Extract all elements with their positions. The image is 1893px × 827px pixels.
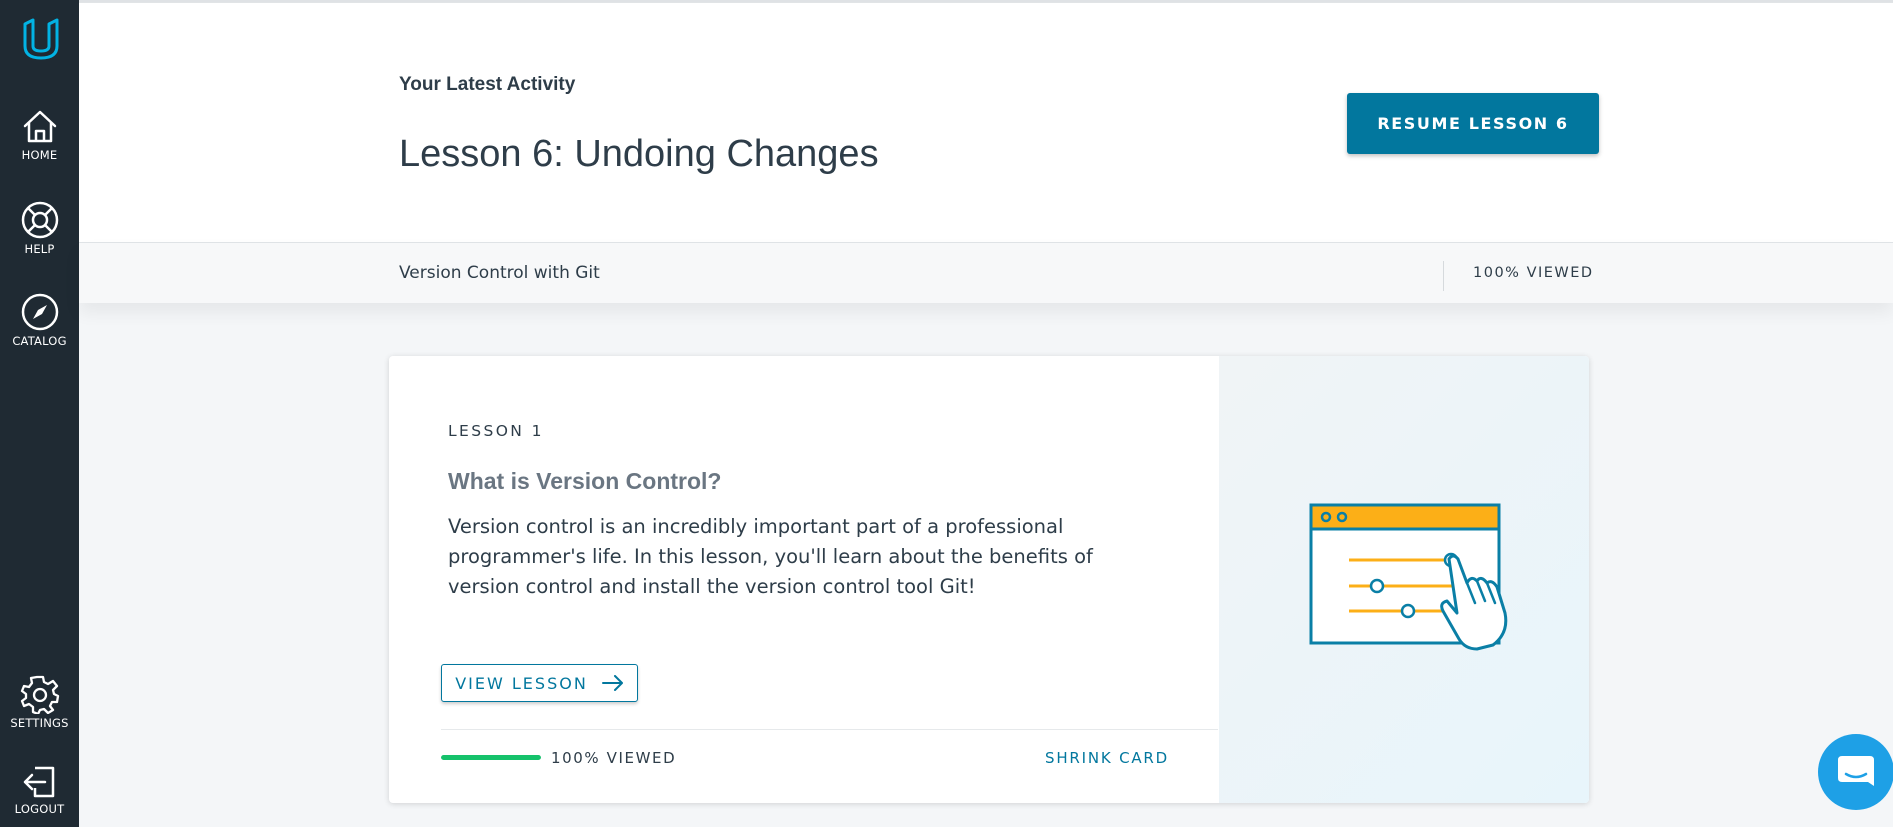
- course-viewed-status: 100% VIEWED: [1473, 265, 1594, 281]
- view-lesson-label: VIEW LESSON: [455, 673, 588, 693]
- lesson-description: Version control is an incredibly importa…: [448, 515, 1093, 598]
- chat-icon: [1838, 756, 1874, 786]
- page-title: Lesson 6: Undoing Changes: [399, 133, 879, 175]
- sidebar-item-label: CATALOG: [12, 334, 67, 348]
- sidebar-item-catalog[interactable]: CATALOG: [0, 292, 79, 348]
- latest-activity-label: Your Latest Activity: [399, 74, 576, 95]
- resume-lesson-button[interactable]: RESUME LESSON 6: [1347, 93, 1599, 154]
- lifebuoy-icon: [21, 201, 58, 239]
- lesson-number: LESSON 1: [448, 422, 544, 440]
- lesson-title: What is Version Control?: [448, 468, 722, 494]
- arrow-right-icon: [601, 675, 623, 691]
- course-name[interactable]: Version Control with Git: [399, 263, 600, 283]
- sidebar-item-home[interactable]: HOME: [0, 108, 79, 162]
- sidebar-item-label: HELP: [24, 242, 55, 256]
- sidebar: HOME HELP CATALOG SETTINGS LOGOUT: [0, 0, 79, 827]
- latest-activity-header: Your Latest Activity Lesson 6: Undoing C…: [79, 2, 1893, 242]
- divider: [1443, 261, 1444, 291]
- compass-icon: [21, 293, 58, 331]
- lesson-viewed-status: 100% VIEWED: [551, 749, 677, 767]
- home-icon: [23, 110, 56, 143]
- divider: [441, 729, 1218, 730]
- lesson-progress-fill: [441, 755, 541, 760]
- udacity-logo-icon[interactable]: [21, 18, 61, 62]
- settings-slider-illustration-icon: [1309, 503, 1508, 651]
- sidebar-item-label: HOME: [21, 148, 58, 162]
- view-lesson-button[interactable]: VIEW LESSON: [441, 664, 638, 702]
- sidebar-item-settings[interactable]: SETTINGS: [0, 674, 79, 730]
- sidebar-item-logout[interactable]: LOGOUT: [0, 764, 79, 816]
- chat-launcher-button[interactable]: [1818, 734, 1893, 810]
- gear-icon: [20, 675, 59, 714]
- sidebar-item-help[interactable]: HELP: [0, 200, 79, 256]
- course-progress-bar: Version Control with Git 100% VIEWED: [79, 242, 1893, 303]
- logout-icon: [23, 766, 54, 798]
- lesson-progress-bar: [441, 755, 541, 760]
- shrink-card-link[interactable]: SHRINK CARD: [1045, 749, 1169, 767]
- sidebar-item-label: LOGOUT: [14, 802, 65, 816]
- sidebar-item-label: SETTINGS: [10, 716, 69, 730]
- lesson-card: LESSON 1 What is Version Control? Versio…: [389, 356, 1589, 803]
